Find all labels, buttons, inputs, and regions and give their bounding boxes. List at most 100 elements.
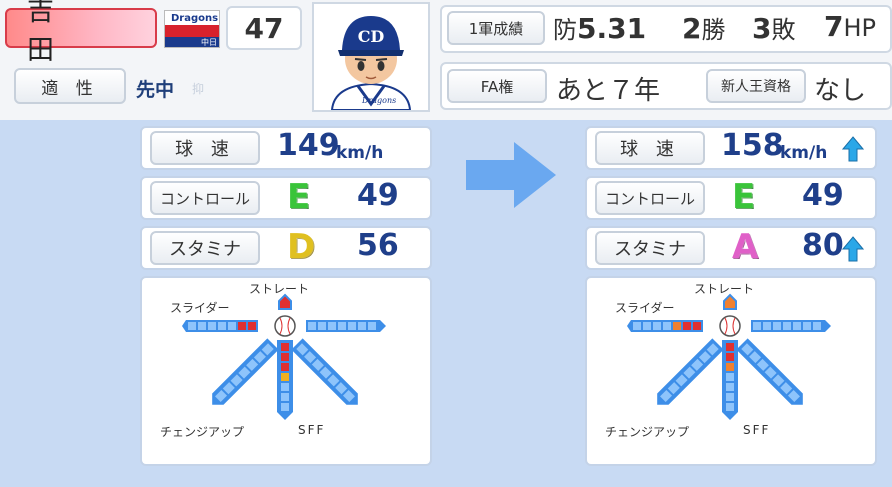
slider-cell: [693, 322, 701, 330]
shoot-cell: [338, 322, 346, 330]
player-portrait: Dragons CD: [312, 2, 430, 112]
stamina-up-arrow-icon: [842, 236, 864, 262]
sff-cell: [281, 393, 289, 401]
sff-cell: [726, 363, 734, 371]
wins-unit: 勝: [701, 16, 726, 44]
baseball-icon: [719, 315, 741, 337]
sff-cell: [281, 343, 289, 351]
sff-cell: [281, 403, 289, 411]
hp-value: 7: [824, 10, 844, 43]
shoot-cell: [368, 322, 376, 330]
slider-cell: [663, 322, 671, 330]
slider-cell: [633, 322, 641, 330]
sinker-bar: [736, 338, 803, 405]
player-avatar-icon: Dragons CD: [330, 16, 412, 111]
slider-cell: [198, 322, 206, 330]
straight-marker: [723, 293, 737, 310]
rookie-label: 新人王資格: [706, 69, 806, 103]
sff-cell: [726, 343, 734, 351]
shoot-cell: [793, 322, 801, 330]
era-value: 5.31: [577, 12, 647, 45]
record-label: 1軍成績: [447, 11, 545, 45]
player-name: 吉 田: [5, 0, 157, 66]
record-values: 防 5.31: [553, 10, 646, 45]
losses: 3 敗: [752, 10, 795, 45]
sff-cell: [726, 403, 734, 411]
right-arrow-icon: [466, 142, 556, 208]
before-control-label: コントロール: [150, 181, 260, 215]
after-control-grade: E: [732, 177, 756, 217]
shoot-cell: [783, 322, 791, 330]
sff-cell: [726, 353, 734, 361]
wins-value: 2: [682, 12, 702, 45]
shoot-cell: [358, 322, 366, 330]
sinker-bar: [291, 338, 358, 405]
holds-points: 7 HP: [824, 10, 876, 43]
after-control-value: 49: [802, 178, 844, 213]
speed-up-arrow-icon: [842, 136, 864, 162]
before-stamina-label: スタミナ: [150, 231, 260, 265]
sff-cell: [281, 363, 289, 371]
before-speed-unit: km/h: [336, 143, 384, 163]
change-bar: [657, 338, 724, 405]
after-speed-value: 158: [721, 128, 784, 163]
straight-marker: [278, 293, 292, 310]
slider-cell: [248, 322, 256, 330]
rookie-value: なし: [814, 76, 867, 106]
shoot-cell: [803, 322, 811, 330]
aptitude-sub: 抑: [192, 82, 205, 96]
shoot-cell: [753, 322, 761, 330]
era-prefix: 防: [553, 16, 577, 44]
shoot-cell: [813, 322, 821, 330]
before-pitch-diagram: [182, 293, 386, 420]
after-speed-unit: km/h: [780, 143, 828, 163]
fa-label: FA権: [447, 69, 547, 103]
after-control-label: コントロール: [595, 181, 705, 215]
sff-cell: [281, 383, 289, 391]
uniform-number: 47: [226, 6, 302, 50]
team-logo-sub: 中日: [201, 38, 217, 47]
before-speed-label: 球 速: [150, 131, 260, 165]
before-stamina-value: 56: [357, 228, 399, 263]
shoot-cell: [763, 322, 771, 330]
before-speed-value: 149: [277, 128, 340, 163]
baseball-icon: [274, 315, 296, 337]
shoot-cell: [773, 322, 781, 330]
hp-unit: HP: [843, 14, 877, 42]
aptitude-label: 適 性: [14, 68, 126, 104]
losses-unit: 敗: [771, 16, 796, 44]
sff-cell: [726, 393, 734, 401]
slider-cell: [643, 322, 651, 330]
after-pitch-diagram: [627, 293, 831, 420]
sff-cell: [281, 353, 289, 361]
slider-cell: [218, 322, 226, 330]
player-name-text: 吉 田: [27, 0, 76, 66]
before-control-value: 49: [357, 178, 399, 213]
wins: 2 勝: [682, 10, 725, 45]
aptitude-value: 先中: [136, 79, 175, 101]
shoot-cell: [328, 322, 336, 330]
after-speed-label: 球 速: [595, 131, 705, 165]
svg-text:Dragons: Dragons: [361, 96, 396, 105]
losses-value: 3: [752, 12, 772, 45]
after-stamina-label: スタミナ: [595, 231, 705, 265]
change-bar: [212, 338, 279, 405]
before-control-grade: E: [287, 177, 311, 217]
fa-value: あと７年: [556, 76, 661, 106]
slider-cell: [208, 322, 216, 330]
slider-cell: [683, 322, 691, 330]
shoot-cell: [348, 322, 356, 330]
team-logo-text: Dragons: [171, 13, 219, 24]
sff-cell: [281, 373, 289, 381]
sff-cell: [726, 383, 734, 391]
sff-cell: [726, 373, 734, 381]
shoot-cell: [308, 322, 316, 330]
slider-cell: [653, 322, 661, 330]
uniform-number-text: 47: [244, 11, 284, 45]
shoot-cell: [318, 322, 326, 330]
team-logo: Dragons 中日: [164, 10, 220, 48]
after-stamina-value: 80: [802, 228, 844, 263]
after-stamina-grade: A: [732, 227, 759, 267]
slider-cell: [238, 322, 246, 330]
cap-logo: CD: [358, 27, 385, 46]
